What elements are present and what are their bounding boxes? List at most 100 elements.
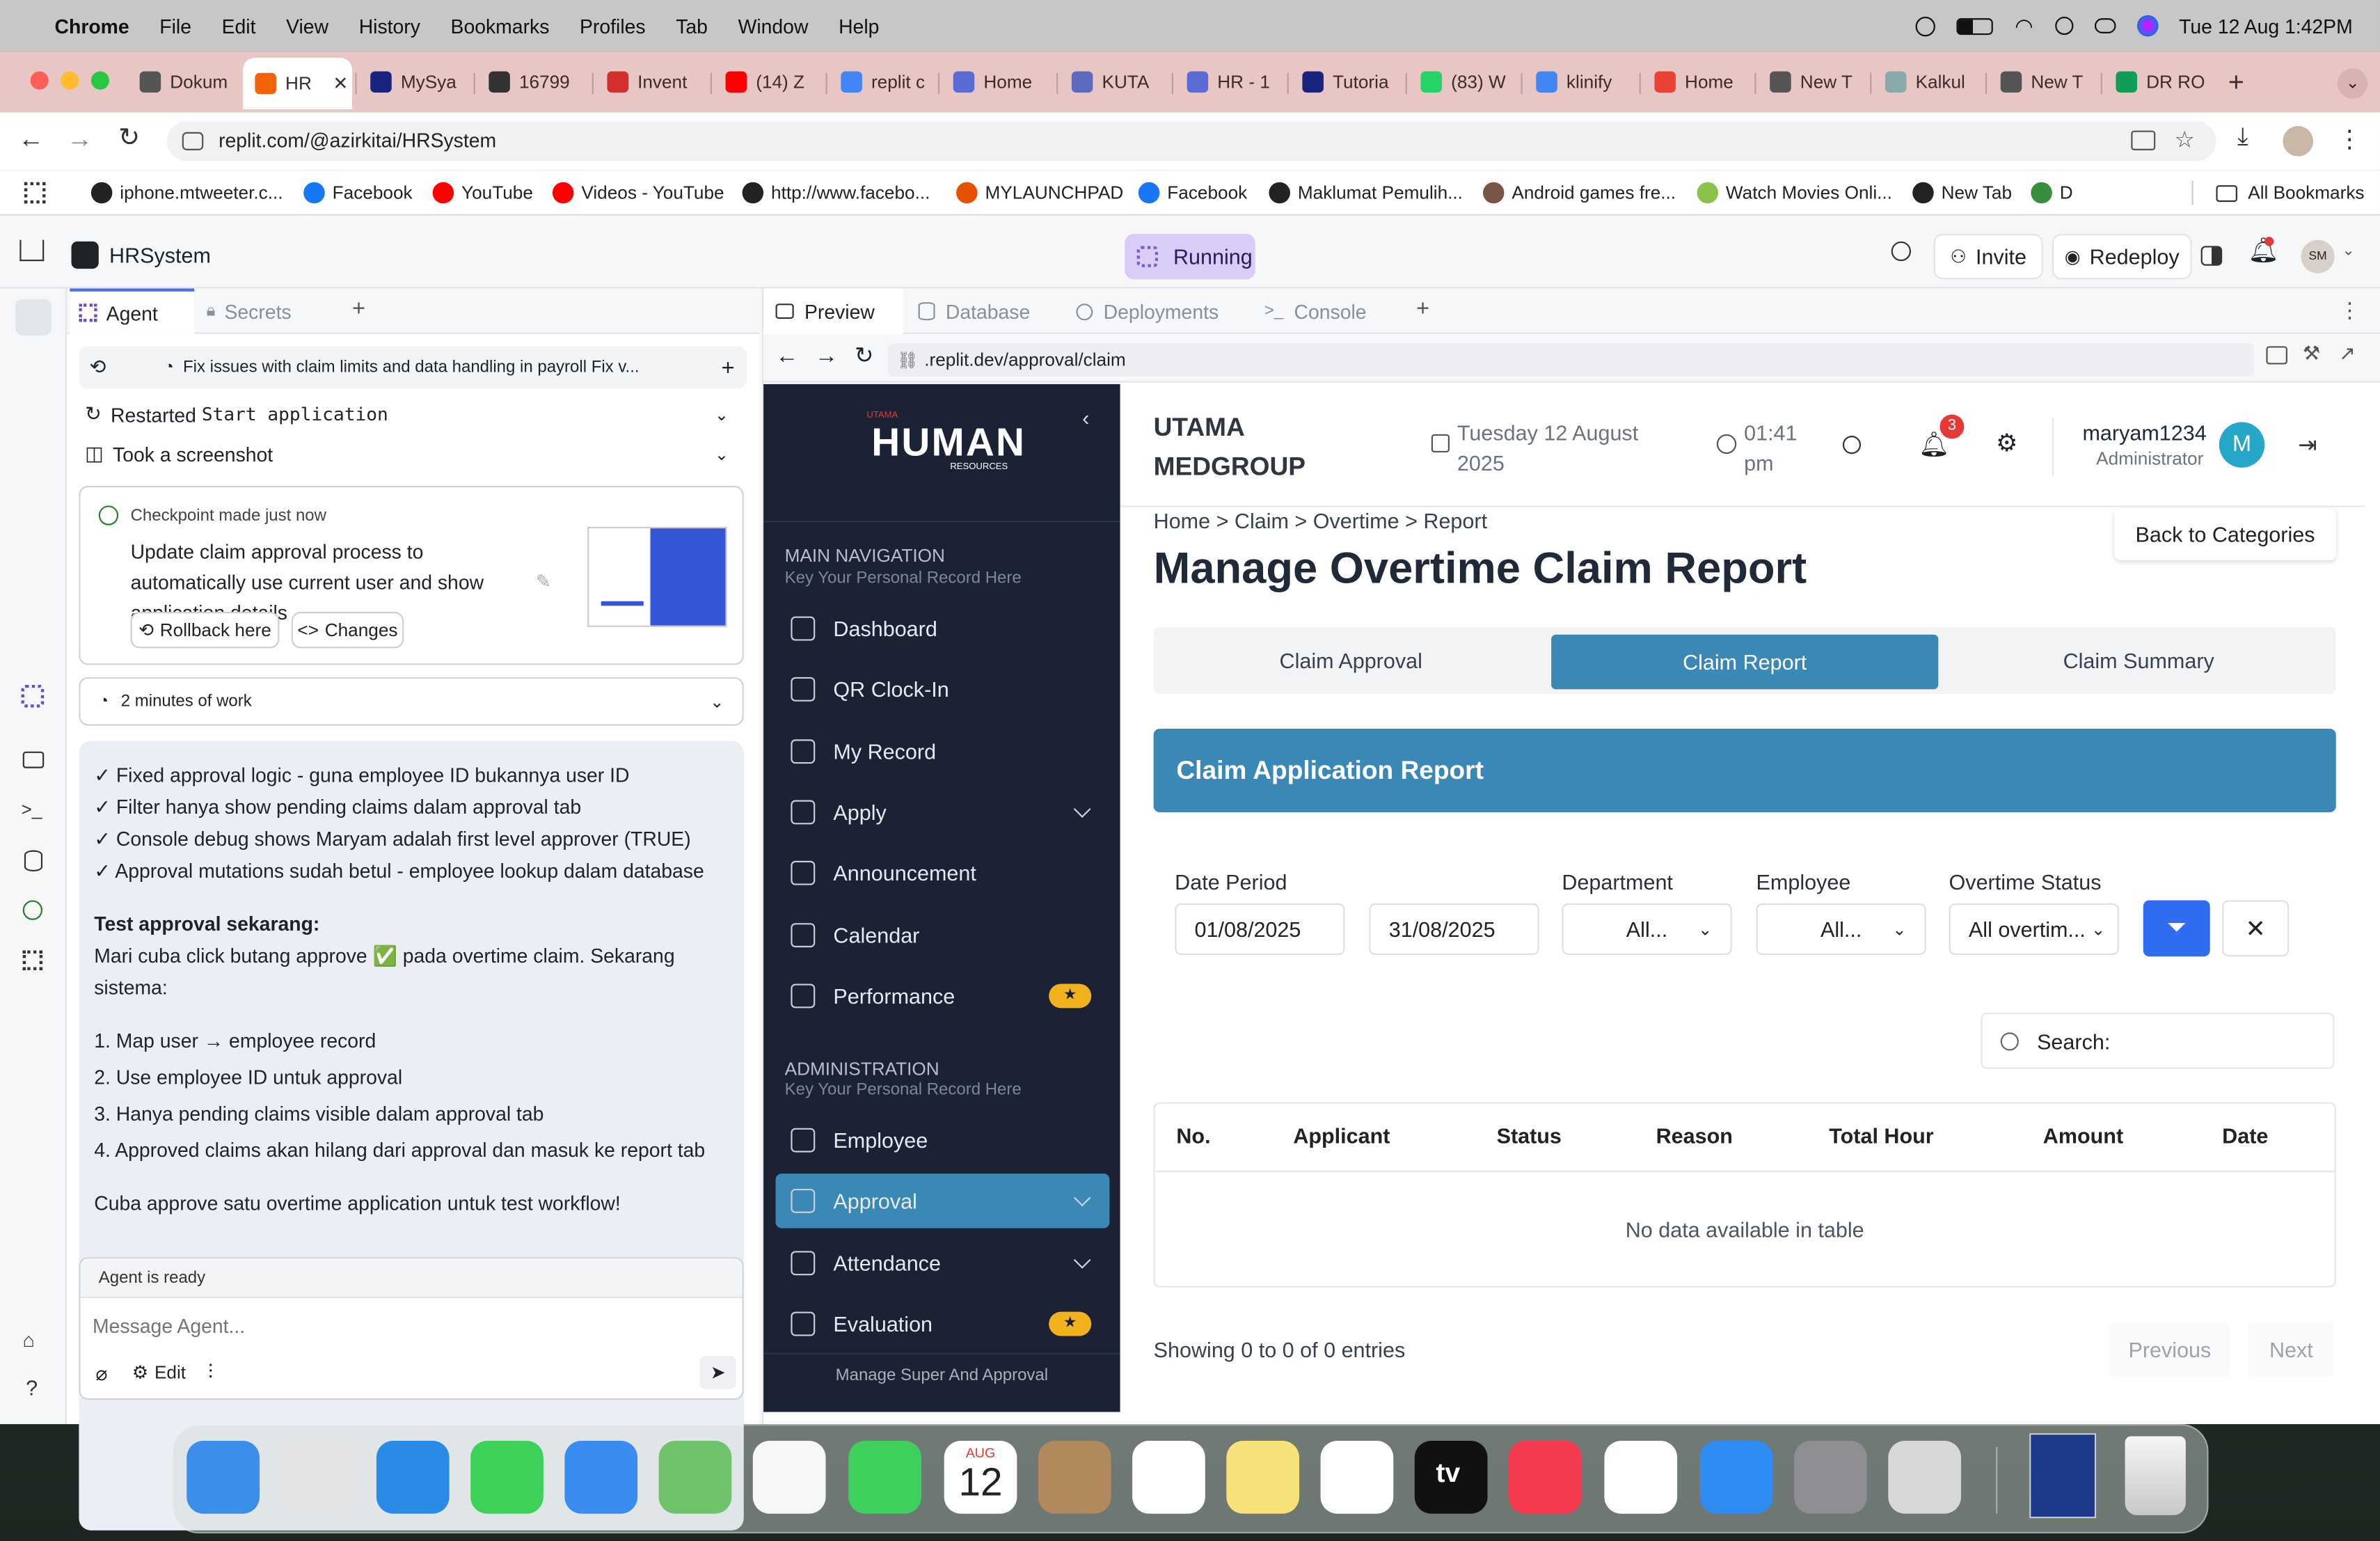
column-header-date[interactable]: Date [2222,1123,2268,1148]
nav-item-approval[interactable]: Approval [775,1173,1110,1229]
edit-mode-button[interactable]: ⚙︎ Edit [132,1362,186,1384]
tab-claim-report[interactable]: Claim Report [1551,634,1939,690]
send-icon[interactable]: ➤ [699,1355,736,1389]
column-header-status[interactable]: Status [1497,1123,1562,1148]
siri-icon[interactable] [2136,15,2158,37]
trash-icon[interactable] [2125,1436,2186,1515]
user-avatar[interactable]: M [2219,422,2265,468]
bookmark-item[interactable]: MYLAUNCHPAD [956,170,1123,215]
checkpoint-thumbnail[interactable] [587,526,727,627]
menu-profiles[interactable]: Profiles [580,15,646,38]
help-icon[interactable]: ? [26,1375,38,1400]
bookmark-item[interactable]: New Tab [1912,170,2012,215]
preview-forward-icon[interactable]: → [815,343,838,369]
add-tab-icon[interactable]: + [352,296,365,322]
nav-item-evaluation[interactable]: Evaluation ★ [776,1297,1110,1352]
bookmark-item[interactable]: Watch Movies Onli... [1697,170,1892,215]
apply-filter-button[interactable]: ⏷ [2143,900,2210,957]
tab-console[interactable]: >_ Console [1264,288,1367,333]
dock-contacts-icon[interactable] [1038,1441,1111,1514]
nav-item-attendance[interactable]: Attendance [776,1235,1110,1290]
dock-recent-document[interactable] [2029,1433,2097,1519]
menu-history[interactable]: History [359,15,420,38]
bookmark-item[interactable]: Maklumat Pemulih... [1269,170,1463,215]
table-search[interactable]: Search: [1981,1012,2335,1069]
message-agent-input[interactable] [93,1307,731,1344]
column-header-amount[interactable]: Amount [2043,1123,2123,1148]
menu-view[interactable]: View [286,15,328,38]
menu-file[interactable]: File [159,15,191,38]
browser-tab[interactable]: klinify [1524,61,1636,103]
browser-tab[interactable]: replit c [829,61,935,103]
invite-button[interactable]: ⚇ Invite [1933,233,2043,280]
home-icon[interactable] [19,239,45,262]
bookmark-item[interactable]: YouTube [432,170,533,215]
notifications-icon[interactable]: 🔔︎ [2248,235,2278,266]
tab-preview[interactable]: Preview [763,288,903,334]
back-to-categories-button[interactable]: Back to Categories [2114,508,2336,560]
dock-iphone-mirroring-icon[interactable] [1888,1441,1962,1514]
next-page-button[interactable]: Next [2248,1322,2335,1377]
browser-tab[interactable]: Tutoria [1290,61,1402,103]
sliders-icon[interactable]: ⫶ [208,1360,213,1384]
devices-icon[interactable] [2266,346,2287,365]
dock-notes-icon[interactable] [1226,1441,1300,1514]
search-icon[interactable] [1842,436,1862,455]
browser-tab[interactable]: KUTA [1059,61,1168,103]
project-name[interactable]: HRSystem [109,243,211,267]
preview-url-bar[interactable]: ⛓︎ .replit.dev/approval/claim [887,342,2254,377]
bookmark-item[interactable]: Videos - YouTube [552,170,724,215]
agent-icon[interactable] [21,684,45,708]
control-center-icon[interactable] [2093,18,2116,33]
overtime-status-select[interactable]: All overtim... ⌄ [1949,903,2119,956]
user-avatar[interactable]: SM [2301,239,2335,274]
dock-launchpad-icon[interactable] [280,1441,354,1514]
browser-tab[interactable]: HR ✕ [242,57,353,110]
dock-messages-icon[interactable] [470,1441,544,1514]
download-icon[interactable]: ⤓ [2237,125,2248,152]
back-icon[interactable]: ← [18,125,44,155]
column-header-reason[interactable]: Reason [1656,1123,1733,1148]
dock-safari-icon[interactable] [376,1441,450,1514]
url-bar[interactable]: replit.com/@azirkitai/HRSystem ☆ [166,121,2216,161]
open-new-window-icon[interactable]: ↗ [2339,342,2356,366]
gear-icon[interactable]: ⚙︎ [1996,428,2017,459]
profile-avatar[interactable] [2283,126,2314,157]
hr-logo[interactable]: UTAMA HUMAN RESOURCES [857,411,1040,503]
devtools-icon[interactable]: ⚒︎ [2303,342,2320,366]
collapse-sidebar-icon[interactable]: ‹ [1082,405,1089,429]
close-tab-icon[interactable]: ✕ [333,73,348,95]
tab-deployments[interactable]: Deployments [1076,288,1219,333]
menu-help[interactable]: Help [839,15,879,38]
nav-item-dashboard[interactable]: Dashboard [776,601,1110,656]
dock-reminders-icon[interactable] [1132,1441,1205,1514]
work-time-bar[interactable]: ◔ 2 minutes of work ⌄ [79,677,744,726]
menu-bookmarks[interactable]: Bookmarks [451,15,550,38]
deployments-icon[interactable] [22,900,43,920]
chevron-down-icon[interactable]: ⌄ [715,444,729,464]
nav-item-employee[interactable]: Employee [776,1113,1110,1168]
browser-tab[interactable]: MySya [358,61,470,103]
date-from-input[interactable]: 01/08/2025 [1175,903,1345,956]
layout-toggle-icon[interactable] [2200,246,2223,266]
browser-menu-icon[interactable]: ⋮ [2338,125,2362,155]
history-icon[interactable]: ⟲ [90,355,106,379]
new-task-icon[interactable]: + [722,354,735,380]
browser-tab[interactable]: Home [941,61,1053,103]
bookmark-item[interactable]: Facebook [1138,170,1247,215]
date-to-input[interactable]: 31/08/2025 [1369,903,1539,956]
zoom-window-icon[interactable] [90,71,110,90]
console-icon[interactable]: >_ [22,798,42,820]
add-tab-icon[interactable]: + [1416,296,1429,322]
menu-tab[interactable]: Tab [676,15,708,38]
dock-chrome-icon[interactable] [1604,1441,1678,1514]
all-tools-icon[interactable] [22,950,43,970]
column-header-applicant[interactable]: Applicant [1293,1123,1390,1148]
chevron-down-icon[interactable]: ⌄ [715,404,729,424]
rollback-button[interactable]: ⟲ Rollback here [130,612,280,649]
nav-item-performance[interactable]: Performance ★ [776,968,1110,1023]
dock-photos-icon[interactable] [752,1441,826,1514]
dock-calendar-icon[interactable]: AUG 12 [944,1441,1017,1514]
dock-music-icon[interactable] [1509,1441,1582,1514]
tab-agent[interactable]: Agent [70,288,195,334]
